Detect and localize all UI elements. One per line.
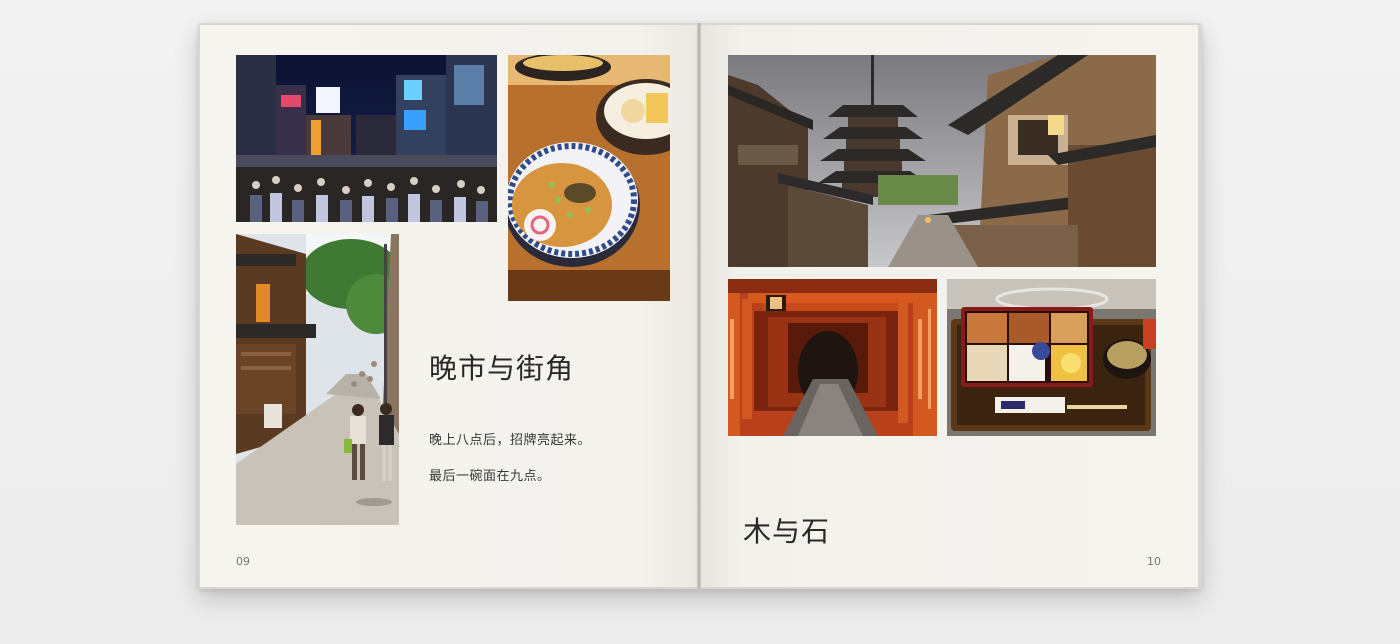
old-street-photo: [236, 234, 399, 525]
viewer-stage: 晚市与街角 晚上八点后，招牌亮起来。 最后一碗面在九点。 09 木与石 10: [0, 0, 1400, 644]
ramen-bowl-photo: [508, 55, 670, 301]
left-page-caption-line-2: 最后一碗面在九点。: [429, 469, 551, 484]
night-crossing-photo: [236, 55, 497, 222]
photo-book-spread: 晚市与街角 晚上八点后，招牌亮起来。 最后一碗面在九点。 09 木与石 10: [198, 23, 1202, 589]
right-page-title: 木与石: [743, 515, 831, 548]
left-page-caption-line-1: 晚上八点后，招牌亮起来。: [429, 433, 592, 448]
left-page[interactable]: 晚市与街角 晚上八点后，招牌亮起来。 最后一碗面在九点。 09: [200, 25, 697, 587]
left-page-number: 09: [236, 555, 250, 568]
pagoda-street-photo: [728, 55, 1156, 267]
torii-gates-photo: [728, 279, 937, 436]
left-page-title: 晚市与街角: [429, 352, 575, 385]
bento-box-photo: [947, 279, 1156, 436]
right-page-number: 10: [1147, 555, 1161, 568]
right-page[interactable]: 木与石 10: [701, 25, 1198, 587]
